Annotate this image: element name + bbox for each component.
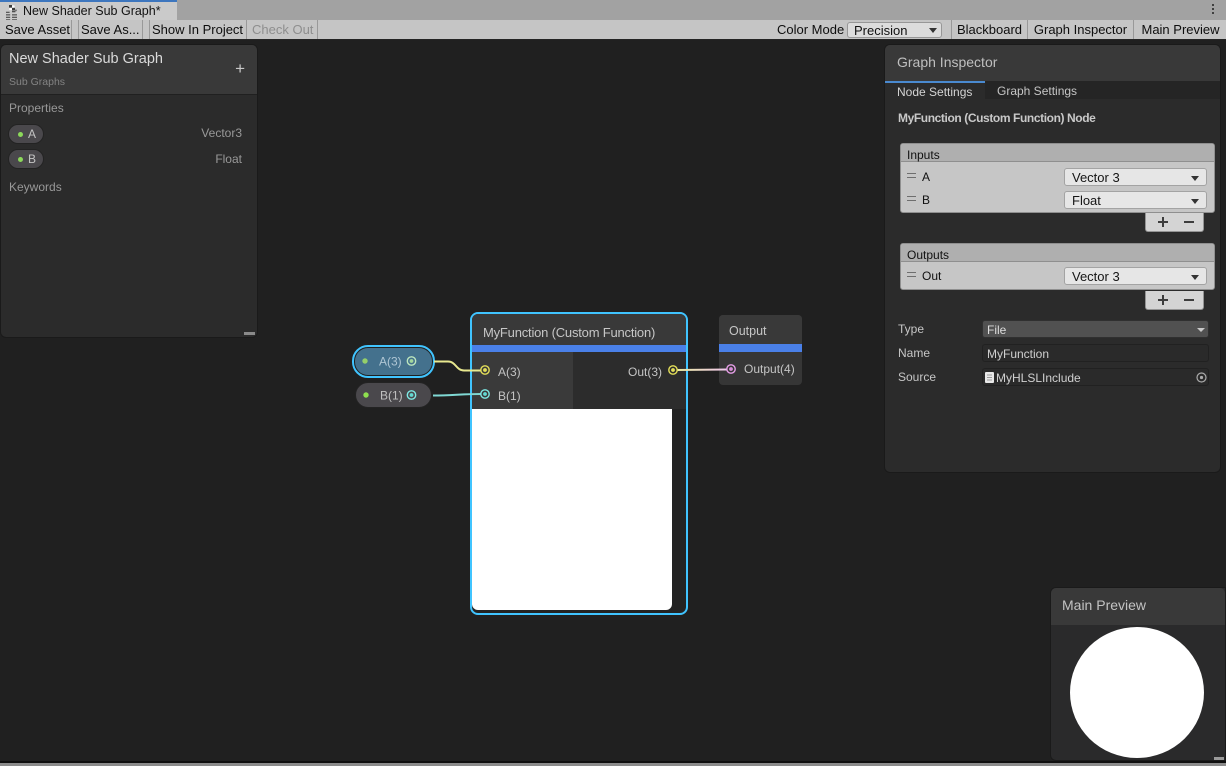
svg-text:A(3): A(3): [379, 355, 402, 369]
svg-text:B(1): B(1): [380, 389, 403, 403]
